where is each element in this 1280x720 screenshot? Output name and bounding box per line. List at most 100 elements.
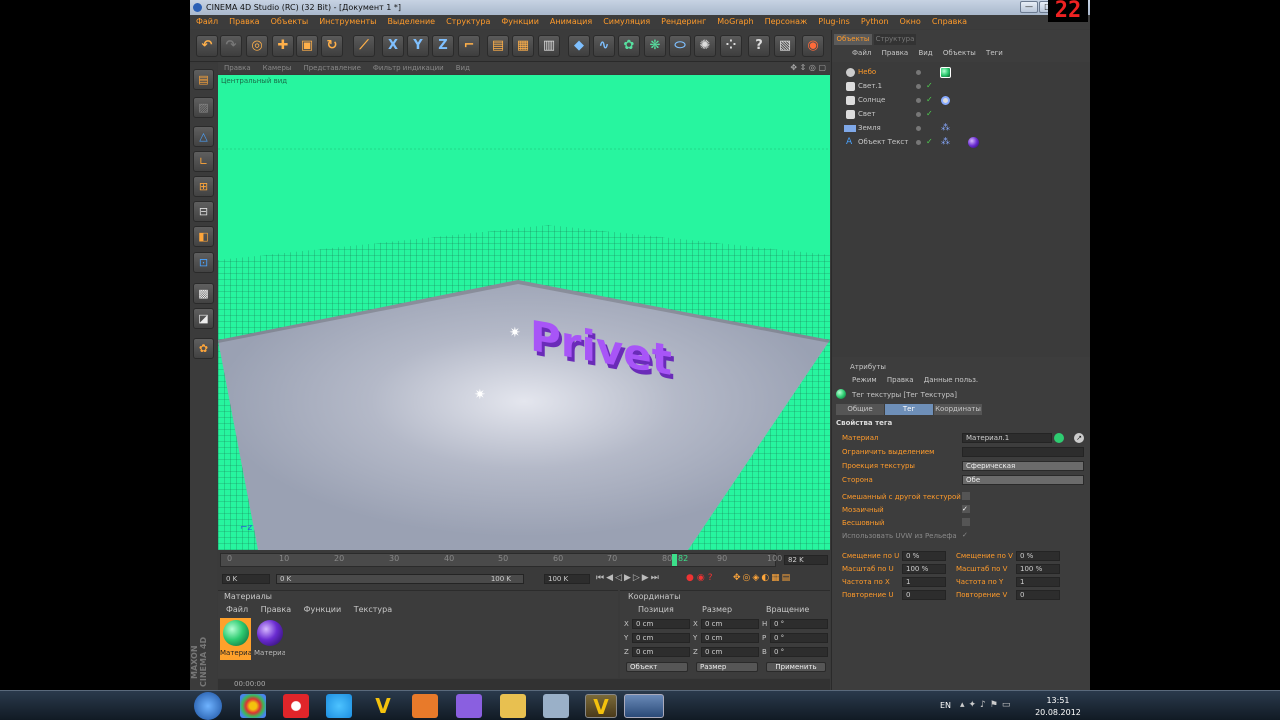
- cube-icon[interactable]: ◆: [568, 35, 590, 57]
- attr-menu-edit[interactable]: Правка: [887, 376, 914, 384]
- pos-y-field[interactable]: 0 cm: [632, 633, 690, 643]
- menu-item-10[interactable]: MoGraph: [711, 15, 758, 29]
- rotate-icon[interactable]: ↻: [321, 35, 343, 57]
- apply-button[interactable]: Применить: [766, 662, 826, 672]
- model-mode-icon[interactable]: △: [193, 126, 214, 147]
- freq-x-field[interactable]: 1: [902, 577, 946, 587]
- x-axis-icon[interactable]: X: [382, 35, 404, 57]
- object-row-floor[interactable]: Земля ⁂: [832, 122, 1090, 135]
- checker-icon[interactable]: ▩: [193, 283, 214, 304]
- menu-item-2[interactable]: Объекты: [265, 15, 314, 29]
- menu-item-0[interactable]: Файл: [190, 15, 223, 29]
- explorer-icon[interactable]: [500, 694, 526, 718]
- size-z-field[interactable]: 0 cm: [701, 647, 759, 657]
- vp-menu-filter[interactable]: Фильтр индикации: [367, 62, 450, 74]
- python-icon[interactable]: ◉: [802, 35, 824, 57]
- opera-icon[interactable]: [283, 694, 309, 718]
- tab-tag[interactable]: Тег: [885, 404, 933, 415]
- network-app-icon[interactable]: [543, 694, 569, 718]
- pos-x-field[interactable]: 0 cm: [632, 619, 690, 629]
- uvw-checkbox[interactable]: ✓: [962, 531, 968, 539]
- menu-item-6[interactable]: Функции: [495, 15, 544, 29]
- light-icon[interactable]: ✷: [509, 325, 521, 341]
- rep-v-field[interactable]: 0: [1016, 590, 1060, 600]
- mat-menu-texture[interactable]: Текстура: [354, 605, 392, 614]
- menu-item-15[interactable]: Справка: [926, 15, 972, 29]
- sculpt-icon[interactable]: ✿: [193, 338, 214, 359]
- menu-item-9[interactable]: Рендеринг: [655, 15, 711, 29]
- obj-menu-edit[interactable]: Правка: [882, 49, 909, 57]
- light-icon[interactable]: ?: [748, 35, 770, 57]
- texture-tag-icon[interactable]: [940, 67, 951, 78]
- phong-tag-icon[interactable]: ⁂: [941, 137, 950, 147]
- material-swatch-2[interactable]: Материал: [254, 618, 285, 660]
- chrome-icon[interactable]: [240, 694, 266, 718]
- edges-mode-icon[interactable]: ⊟: [193, 201, 214, 222]
- visibility-dot[interactable]: [916, 84, 921, 89]
- visibility-dot[interactable]: [916, 112, 921, 117]
- media-player-icon[interactable]: [412, 694, 438, 718]
- start-button[interactable]: [194, 692, 222, 720]
- visibility-dot[interactable]: [916, 140, 921, 145]
- current-frame-field[interactable]: 82 K: [784, 555, 828, 565]
- enabled-check-icon[interactable]: ✓: [926, 109, 933, 118]
- mat-menu-edit[interactable]: Правка: [261, 605, 291, 614]
- language-indicator[interactable]: EN: [940, 701, 951, 710]
- vp-menu-cameras[interactable]: Камеры: [257, 62, 298, 74]
- pos-z-field[interactable]: 0 cm: [632, 647, 690, 657]
- menu-item-11[interactable]: Персонаж: [759, 15, 813, 29]
- scale-icon[interactable]: ▣: [296, 35, 318, 57]
- obj-menu-file[interactable]: Файл: [852, 49, 871, 57]
- menu-item-5[interactable]: Структура: [440, 15, 495, 29]
- rot-b-field[interactable]: 0 °: [770, 647, 828, 657]
- redo-icon[interactable]: ↷: [220, 35, 242, 57]
- scale-v-field[interactable]: 100 %: [1016, 564, 1060, 574]
- sun-light-icon[interactable]: ✷: [474, 387, 486, 403]
- texture-mode-icon[interactable]: ⊡: [193, 252, 214, 273]
- obj-menu-tags[interactable]: Теги: [986, 49, 1003, 57]
- viewport-nav-icons[interactable]: ✥ ⇕ ◎ ▢: [790, 62, 826, 74]
- points-mode-icon[interactable]: ⊞: [193, 176, 214, 197]
- tab-structure[interactable]: Структура: [874, 34, 916, 45]
- enabled-check-icon[interactable]: ✓: [926, 81, 933, 90]
- scene-icon[interactable]: ▧: [774, 35, 796, 57]
- start-frame-field[interactable]: 0 K: [222, 574, 270, 584]
- visibility-dot[interactable]: [916, 126, 921, 131]
- menu-item-14[interactable]: Окно: [894, 15, 926, 29]
- side-dropdown[interactable]: Обе: [962, 475, 1084, 485]
- tab-general[interactable]: Общие: [836, 404, 884, 415]
- attr-menu-mode[interactable]: Режим: [852, 376, 877, 384]
- menu-item-8[interactable]: Симуляция: [597, 15, 655, 29]
- projection-dropdown[interactable]: Сферическая: [962, 461, 1084, 471]
- visibility-dot[interactable]: [916, 70, 921, 75]
- render-view-icon[interactable]: ▤: [487, 35, 509, 57]
- app-icon[interactable]: [456, 694, 482, 718]
- object-axis-icon[interactable]: ∟: [193, 151, 214, 172]
- minimize-button[interactable]: —: [1020, 1, 1038, 13]
- tray-time[interactable]: 13:51: [1036, 696, 1080, 705]
- v-app-active-icon[interactable]: V: [585, 694, 617, 719]
- texture-tag-icon[interactable]: [968, 137, 979, 148]
- obj-menu-objects[interactable]: Объекты: [943, 49, 976, 57]
- tweak-icon[interactable]: ⟋: [353, 35, 375, 57]
- array-icon[interactable]: ❋: [644, 35, 666, 57]
- scale-u-field[interactable]: 100 %: [902, 564, 946, 574]
- render-picture-viewer-icon[interactable]: ▦: [512, 35, 534, 57]
- polygons-mode-icon[interactable]: ◧: [193, 226, 214, 247]
- playback-controls[interactable]: ⏮◀◁▶▷▶⏭: [596, 573, 661, 583]
- material-swatch-1[interactable]: Материал: [220, 618, 251, 660]
- snap-icon[interactable]: ◪: [193, 308, 214, 329]
- size-x-field[interactable]: 0 cm: [701, 619, 759, 629]
- obj-menu-view[interactable]: Вид: [918, 49, 932, 57]
- size-y-field[interactable]: 0 cm: [701, 633, 759, 643]
- tray-icons[interactable]: ▴✦♪⚑▭: [960, 700, 1014, 710]
- object-row-sun[interactable]: Солнце ✓: [832, 94, 1090, 107]
- cinema4d-taskbar-icon[interactable]: [624, 694, 664, 718]
- v-app-icon[interactable]: V: [370, 694, 396, 718]
- material-tag-icon[interactable]: ⁂: [941, 123, 950, 133]
- enabled-check-icon[interactable]: ✓: [926, 137, 933, 146]
- preview-range-slider[interactable]: 0 K 100 K: [276, 574, 524, 584]
- y-axis-icon[interactable]: Y: [407, 35, 429, 57]
- offset-v-field[interactable]: 0 %: [1016, 551, 1060, 561]
- playhead[interactable]: [672, 554, 677, 566]
